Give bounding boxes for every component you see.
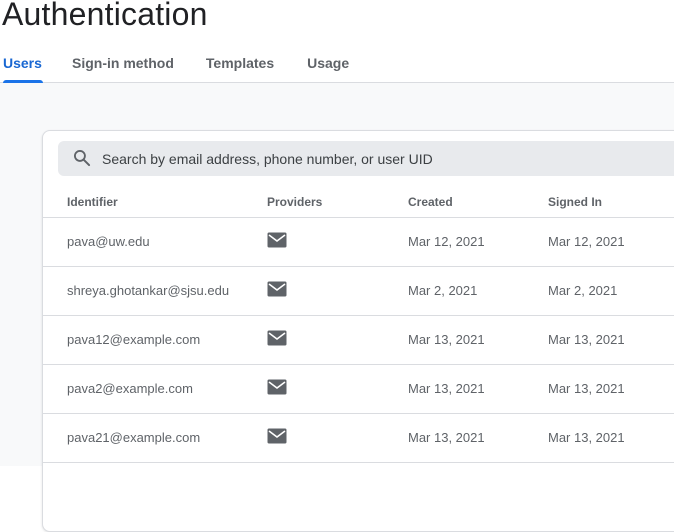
user-identifier: pava@uw.edu [67, 234, 150, 249]
column-header-created[interactable]: Created [408, 195, 453, 209]
tab-users[interactable]: Users [3, 44, 43, 83]
user-identifier: shreya.ghotankar@sjsu.edu [67, 283, 230, 298]
signed-in-date: Mar 2, 2021 [548, 283, 618, 298]
tab-templates[interactable]: Templates [206, 44, 274, 82]
created-date: Mar 13, 2021 [408, 381, 485, 396]
users-table-body: pava@uw.edu Mar 12, 2021 Mar 12, 2021 sh… [43, 218, 674, 463]
mail-icon [267, 281, 287, 297]
search-input[interactable] [102, 141, 674, 176]
mail-icon [267, 379, 287, 395]
created-date: Mar 13, 2021 [408, 430, 485, 445]
column-header-providers[interactable]: Providers [267, 195, 322, 209]
mail-icon [267, 232, 287, 248]
tab-usage[interactable]: Usage [307, 44, 349, 82]
search-icon [74, 150, 91, 167]
tab-label: Sign-in method [72, 55, 174, 71]
signed-in-date: Mar 13, 2021 [548, 332, 625, 347]
signed-in-date: Mar 12, 2021 [548, 234, 625, 249]
users-card: Identifier Providers Created Signed In p… [42, 130, 674, 532]
table-row[interactable]: pava2@example.com Mar 13, 2021 Mar 13, 2… [43, 365, 674, 414]
created-date: Mar 13, 2021 [408, 332, 485, 347]
mail-icon [267, 428, 287, 444]
main-content: Identifier Providers Created Signed In p… [0, 83, 674, 532]
signed-in-date: Mar 13, 2021 [548, 430, 625, 445]
user-identifier: pava2@example.com [67, 381, 193, 396]
page-title: Authentication [2, 0, 208, 32]
page-header: Authentication Users Sign-in method Temp… [0, 0, 674, 83]
tab-label: Usage [307, 55, 350, 71]
column-header-signed-in[interactable]: Signed In [548, 195, 602, 209]
table-row[interactable]: pava21@example.com Mar 13, 2021 Mar 13, … [43, 414, 674, 463]
table-row[interactable]: pava12@example.com Mar 13, 2021 Mar 13, … [43, 316, 674, 365]
tab-label: Users [3, 55, 42, 71]
table-header: Identifier Providers Created Signed In [43, 187, 674, 218]
table-row[interactable]: shreya.ghotankar@sjsu.edu Mar 2, 2021 Ma… [43, 267, 674, 316]
tab-bar: Users Sign-in method Templates Usage [0, 44, 349, 83]
created-date: Mar 2, 2021 [408, 283, 478, 298]
tab-sign-in-method[interactable]: Sign-in method [72, 44, 174, 82]
search-bar[interactable] [58, 141, 674, 176]
mail-icon [267, 330, 287, 346]
user-identifier: pava12@example.com [67, 332, 201, 347]
table-row[interactable]: pava@uw.edu Mar 12, 2021 Mar 12, 2021 [43, 218, 674, 267]
tab-label: Templates [205, 55, 275, 71]
column-header-identifier[interactable]: Identifier [67, 195, 118, 209]
user-identifier: pava21@example.com [67, 430, 201, 445]
signed-in-date: Mar 13, 2021 [548, 381, 625, 396]
created-date: Mar 12, 2021 [408, 234, 485, 249]
